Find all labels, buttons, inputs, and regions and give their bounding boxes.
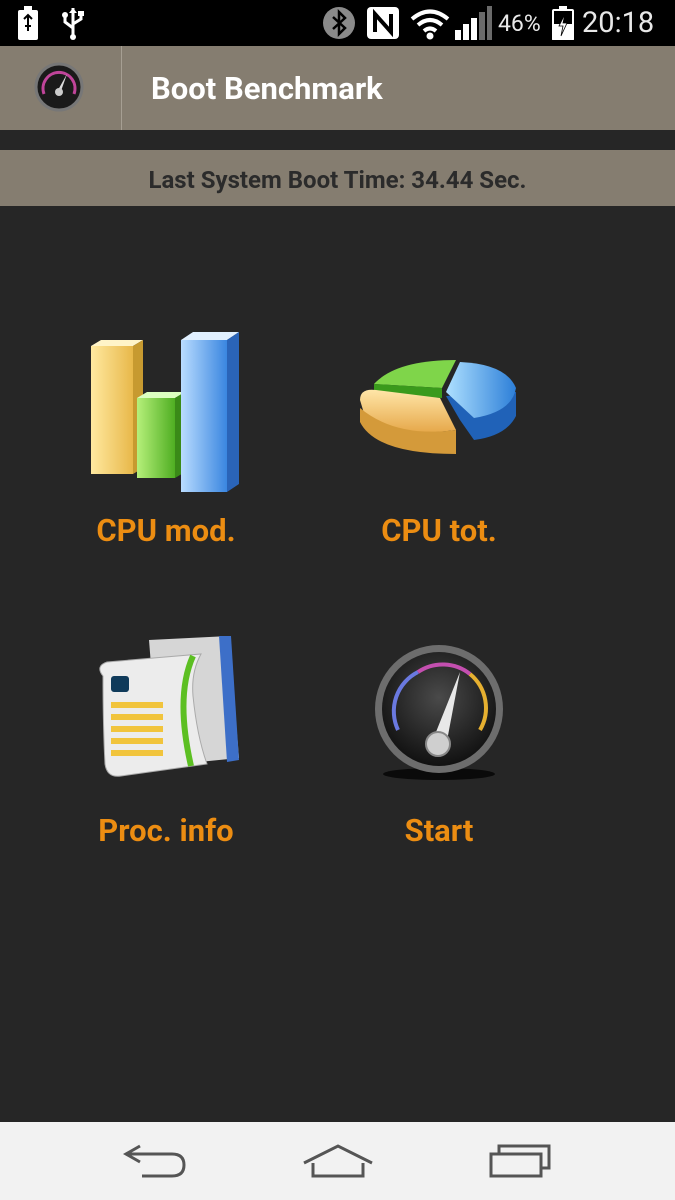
pie-chart-icon	[356, 358, 520, 468]
clock: 20:18	[582, 6, 655, 40]
home-button[interactable]	[268, 1122, 408, 1200]
document-icon	[89, 636, 243, 788]
tile-label-start: Start	[404, 812, 474, 849]
tile-cpu-mod[interactable]: CPU mod.	[41, 320, 291, 570]
tile-cpu-tot[interactable]: CPU tot.	[314, 320, 564, 570]
app-title: Boot Benchmark	[151, 70, 383, 107]
action-bar: Boot Benchmark	[0, 46, 675, 130]
tile-label-proc-info: Proc. info	[98, 812, 234, 849]
status-bar: 46% 20:18	[0, 0, 675, 46]
recent-apps-button[interactable]	[450, 1122, 590, 1200]
boot-time-text: Last System Boot Time: 34.44 Sec.	[148, 166, 527, 194]
usb-icon	[60, 6, 86, 44]
cell-signal-icon	[454, 6, 492, 44]
action-bar-divider	[121, 46, 122, 130]
back-button[interactable]	[85, 1122, 225, 1200]
home-icon	[303, 1144, 373, 1178]
tile-label-cpu-mod: CPU mod.	[96, 512, 236, 549]
navigation-bar	[0, 1122, 675, 1200]
nfc-icon	[366, 6, 400, 44]
battery-charging-icon	[16, 6, 40, 44]
back-icon	[122, 1144, 186, 1178]
wifi-icon	[410, 8, 450, 44]
bar-chart-icon	[85, 326, 247, 498]
speedometer-icon	[372, 642, 506, 786]
battery-icon	[552, 6, 574, 44]
tile-proc-info[interactable]: Proc. info	[41, 620, 291, 870]
tile-start[interactable]: Start	[314, 620, 564, 870]
speedometer-icon[interactable]	[34, 62, 84, 112]
boot-time-banner: Last System Boot Time: 34.44 Sec.	[0, 150, 675, 206]
battery-percent: 46%	[498, 10, 541, 37]
recent-apps-icon	[489, 1144, 551, 1178]
tile-label-cpu-tot: CPU tot.	[381, 512, 497, 549]
bluetooth-icon	[322, 6, 356, 44]
